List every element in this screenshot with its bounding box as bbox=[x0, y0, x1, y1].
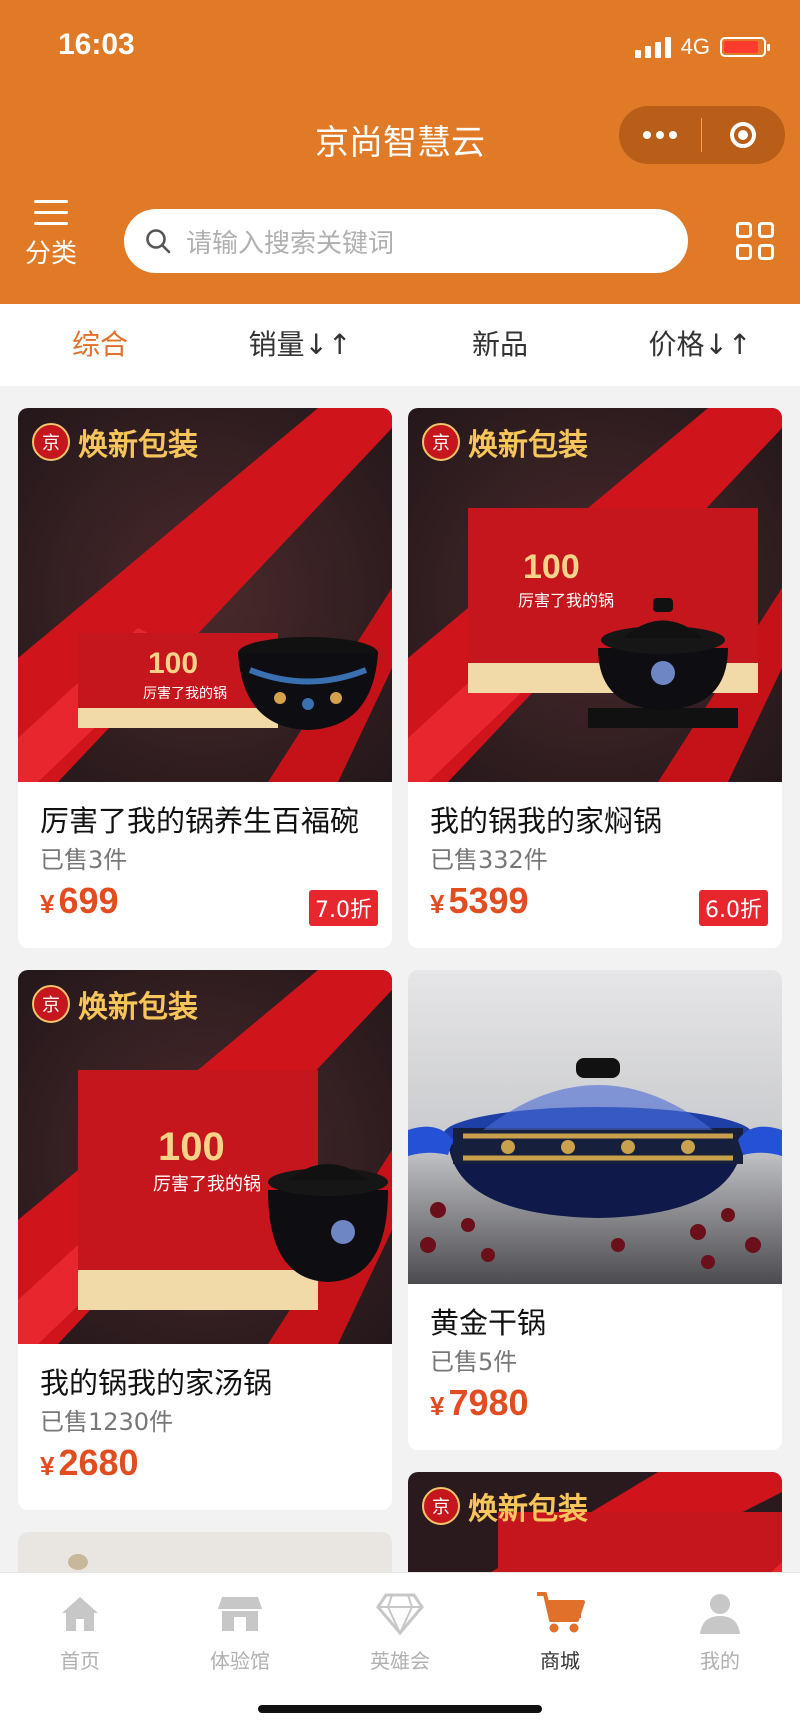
product-sold: 已售5件 bbox=[430, 1348, 518, 1376]
sort-tab-price[interactable]: 价格↓↑ bbox=[600, 304, 800, 386]
price-value: 7980 bbox=[448, 1382, 529, 1423]
layout-grid-icon[interactable] bbox=[736, 222, 774, 260]
discount-badge: 6.0折 bbox=[699, 890, 768, 926]
tab-mine[interactable]: 我的 bbox=[640, 1573, 800, 1732]
user-icon bbox=[700, 1594, 740, 1634]
store-icon bbox=[218, 1597, 262, 1631]
search-icon bbox=[146, 229, 171, 254]
svg-text:100: 100 bbox=[158, 1125, 225, 1169]
currency-symbol: ¥ bbox=[40, 889, 55, 919]
product-sold: 已售3件 bbox=[40, 846, 128, 874]
category-button[interactable]: 分类 bbox=[20, 200, 82, 270]
svg-text:厉害了我的锅: 厉害了我的锅 bbox=[143, 686, 227, 702]
product-price: ¥699 bbox=[40, 880, 119, 922]
tab-label: 英雄会 bbox=[370, 1649, 430, 1673]
svg-text:100: 100 bbox=[523, 548, 580, 586]
signal-icon bbox=[634, 36, 671, 58]
search-input[interactable]: 请输入搜索关键词 bbox=[124, 209, 688, 273]
price-value: 699 bbox=[58, 880, 119, 921]
product-price: ¥2680 bbox=[40, 1442, 139, 1484]
product-price: ¥7980 bbox=[430, 1382, 529, 1424]
tab-label: 体验馆 bbox=[210, 1649, 270, 1673]
currency-symbol: ¥ bbox=[430, 1391, 445, 1421]
svg-text:100: 100 bbox=[148, 647, 198, 680]
category-label: 分类 bbox=[24, 239, 77, 269]
status-bar: 16:03 4G bbox=[0, 0, 800, 96]
product-image: 100 厉害了我的锅 京 焕新包装 bbox=[18, 408, 392, 782]
product-card[interactable]: 100 厉害了我的锅 京 焕新包装 厉害了我的锅养生百福碗 已售3件 ¥699 … bbox=[18, 408, 392, 948]
sort-tab-default[interactable]: 综合 bbox=[0, 304, 200, 386]
product-card[interactable]: 黄金干锅 已售5件 ¥7980 bbox=[408, 970, 782, 1450]
tab-label: 我的 bbox=[700, 1649, 740, 1673]
home-indicator bbox=[258, 1705, 542, 1713]
tab-label: 商城 bbox=[540, 1649, 580, 1673]
badge-label: 焕新包装 bbox=[468, 1492, 588, 1527]
currency-symbol: ¥ bbox=[430, 889, 445, 919]
product-card[interactable]: 100 厉害了我的锅 京 焕新包装 我的锅我的家焖锅 已售332件 ¥5399 … bbox=[408, 408, 782, 948]
svg-text:厉害了我的锅: 厉害了我的锅 bbox=[153, 1174, 261, 1195]
diamond-icon bbox=[376, 1593, 424, 1635]
network-type: 4G bbox=[680, 34, 710, 59]
svg-text:厉害了我的锅: 厉害了我的锅 bbox=[518, 591, 614, 610]
new-packaging-badge: 京 焕新包装 bbox=[422, 1484, 588, 1528]
brand-logo: 京 bbox=[422, 1487, 460, 1525]
menu-icon bbox=[34, 200, 68, 225]
tab-home[interactable]: 首页 bbox=[0, 1573, 160, 1732]
product-name: 黄金干锅 bbox=[430, 1306, 547, 1340]
price-value: 2680 bbox=[58, 1442, 139, 1483]
sort-tab-new[interactable]: 新品 bbox=[400, 304, 600, 386]
product-card[interactable]: 100 厉害了我的锅 京 焕新包装 我的锅我的家汤锅 已售1230件 ¥2680 bbox=[18, 970, 392, 1510]
currency-symbol: ¥ bbox=[40, 1451, 55, 1481]
search-placeholder: 请输入搜索关键词 bbox=[186, 228, 395, 259]
status-time: 16:03 bbox=[58, 28, 135, 61]
brand-logo: 京 bbox=[422, 423, 460, 461]
product-sold: 已售332件 bbox=[430, 846, 548, 874]
status-indicators: 4G bbox=[634, 34, 770, 60]
battery-icon bbox=[720, 37, 770, 57]
badge-label: 焕新包装 bbox=[468, 428, 588, 463]
sort-bar: 综合 销量↓↑ 新品 价格↓↑ bbox=[0, 304, 800, 386]
brand-logo: 京 bbox=[32, 985, 70, 1023]
tab-label: 首页 bbox=[60, 1649, 100, 1673]
home-icon bbox=[62, 1597, 98, 1631]
new-packaging-badge: 京 焕新包装 bbox=[32, 982, 198, 1026]
product-name: 厉害了我的锅养生百福碗 bbox=[40, 804, 360, 838]
product-name: 我的锅我的家汤锅 bbox=[40, 1366, 273, 1400]
cart-icon bbox=[537, 1592, 585, 1633]
sort-tab-sales[interactable]: 销量↓↑ bbox=[200, 304, 400, 386]
product-image: 100 厉害了我的锅 京 焕新包装 bbox=[408, 408, 782, 782]
product-image bbox=[408, 970, 782, 1284]
more-icon[interactable] bbox=[619, 131, 701, 139]
product-sold: 已售1230件 bbox=[40, 1408, 174, 1436]
miniapp-capsule bbox=[619, 106, 785, 164]
product-name: 我的锅我的家焖锅 bbox=[430, 804, 663, 838]
close-miniapp-icon[interactable] bbox=[702, 122, 784, 148]
product-image: 100 厉害了我的锅 京 焕新包装 bbox=[18, 970, 392, 1344]
new-packaging-badge: 京 焕新包装 bbox=[422, 420, 588, 464]
new-packaging-badge: 京 焕新包装 bbox=[32, 420, 198, 464]
brand-logo: 京 bbox=[32, 423, 70, 461]
product-price: ¥5399 bbox=[430, 880, 529, 922]
battery-level bbox=[724, 41, 758, 53]
badge-label: 焕新包装 bbox=[78, 428, 198, 463]
price-value: 5399 bbox=[448, 880, 529, 921]
badge-label: 焕新包装 bbox=[78, 990, 198, 1025]
discount-badge: 7.0折 bbox=[309, 890, 378, 926]
app-header: 16:03 4G 京尚智慧云 分类 请输入搜索关键词 bbox=[0, 0, 800, 304]
